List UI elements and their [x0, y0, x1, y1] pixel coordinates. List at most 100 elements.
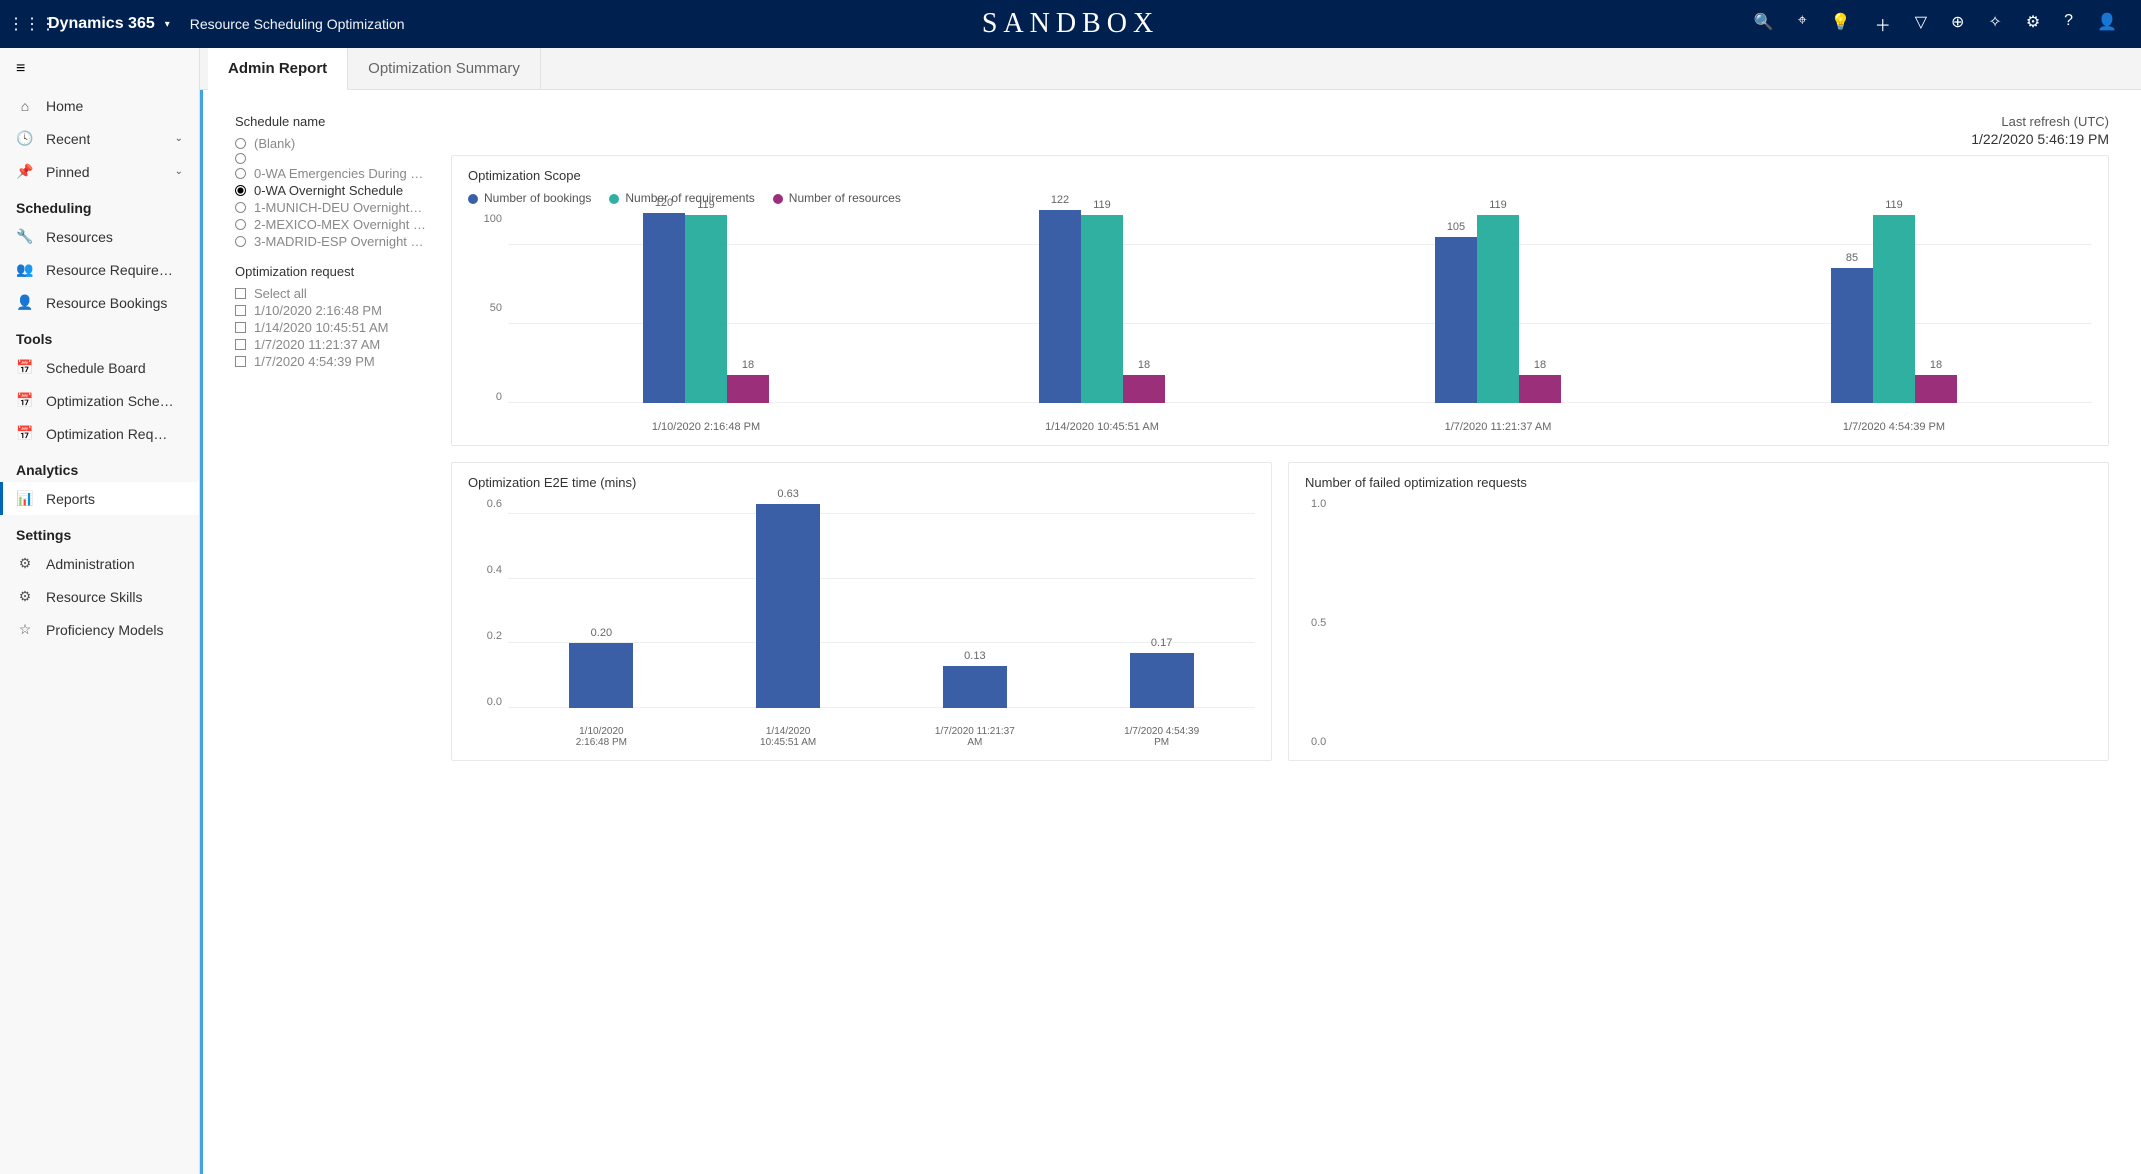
filter-schedule-option[interactable]: 0-WA Emergencies During …	[235, 165, 435, 182]
sidebar-item-optimization-sche-[interactable]: 📅Optimization Sche…	[0, 384, 199, 417]
report-tabs: Admin ReportOptimization Summary	[200, 48, 2141, 90]
bar[interactable]: 0.17	[1130, 653, 1194, 708]
legend-bookings[interactable]: Number of bookings	[468, 191, 591, 205]
radio-icon	[235, 236, 246, 247]
bar[interactable]: 105	[1435, 237, 1477, 403]
sidebar-item-optimization-req-[interactable]: 📅Optimization Req…	[0, 417, 199, 450]
filter-option-label: (Blank)	[254, 136, 295, 151]
bar[interactable]: 18	[1915, 375, 1957, 404]
filter-panel: Schedule name (Blank) 0-WA Emergencies Du…	[235, 114, 435, 777]
filter-request-option[interactable]: 1/7/2020 4:54:39 PM	[235, 353, 435, 370]
sidebar-item-resources[interactable]: 🔧 Resources	[0, 220, 199, 253]
plus-icon[interactable]: ＋	[1875, 12, 1891, 36]
radio-icon	[235, 185, 246, 196]
legend-resources[interactable]: Number of resources	[773, 191, 901, 205]
sidebar-icon: ☆	[16, 621, 34, 638]
sidebar-item-label: Resource Bookings	[46, 295, 167, 311]
x-tick: 1/10/2020 2:16:48 PM	[631, 421, 781, 433]
bar[interactable]: 122	[1039, 210, 1081, 403]
sidebar-item-resource-require-[interactable]: 👥Resource Require…	[0, 253, 199, 286]
filter-schedule-option[interactable]: 2-MEXICO-MEX Overnight …	[235, 216, 435, 233]
content-area: Admin ReportOptimization Summary Schedul…	[200, 48, 2141, 1174]
bar[interactable]: 0.20	[569, 643, 633, 708]
search-icon[interactable]: 🔍	[1754, 12, 1774, 36]
chart-failed-title: Number of failed optimization requests	[1305, 475, 2092, 490]
sidebar-group-settings: Settings	[0, 515, 199, 547]
user-icon[interactable]: 👤	[2097, 12, 2117, 36]
filter-option-label: 3-MADRID-ESP Overnight …	[254, 234, 424, 249]
bulb-icon[interactable]: 💡	[1831, 12, 1851, 36]
filter-option-label: 2-MEXICO-MEX Overnight …	[254, 217, 426, 232]
sidebar-item-label: Optimization Sche…	[46, 393, 174, 409]
sidebar-item-label: Optimization Req…	[46, 426, 167, 442]
sidebar-item-administration[interactable]: ⚙Administration	[0, 547, 199, 580]
bar[interactable]: 119	[1873, 215, 1915, 403]
sidebar-item-home[interactable]: ⌂Home	[0, 90, 199, 122]
chart-scope-card: Optimization Scope Number of bookings Nu…	[451, 155, 2109, 446]
filter-request-title: Optimization request	[235, 264, 435, 279]
bar[interactable]: 119	[685, 215, 727, 403]
app-launcher-icon[interactable]: ⋮⋮⋮	[8, 14, 40, 34]
filter-option-label: 1/7/2020 4:54:39 PM	[254, 354, 375, 369]
bar[interactable]: 119	[1477, 215, 1519, 403]
sidebar-toggle-icon[interactable]: ≡	[0, 48, 199, 90]
sidebar-item-label: Resources	[46, 229, 113, 245]
sidebar-item-label: Reports	[46, 491, 95, 507]
sidebar-item-recent[interactable]: 🕓Recent⌄	[0, 122, 199, 155]
filter-request-option[interactable]: 1/10/2020 2:16:48 PM	[235, 302, 435, 319]
sidebar-item-label: Resource Skills	[46, 589, 142, 605]
x-tick: 1/10/2020 2:16:48 PM	[561, 726, 641, 748]
task-icon[interactable]: ⌖	[1798, 12, 1807, 36]
filter-icon[interactable]: ▽	[1915, 12, 1927, 36]
sidebar-item-resource-bookings[interactable]: 👤 Resource Bookings	[0, 286, 199, 319]
bar-group: 12211918	[1039, 213, 1165, 403]
bar-group: 8511918	[1831, 213, 1957, 403]
bar[interactable]: 18	[727, 375, 769, 404]
gear-icon[interactable]: ⚙	[2026, 12, 2040, 36]
sidebar-item-proficiency-models[interactable]: ☆ Proficiency Models	[0, 613, 199, 646]
bar[interactable]: 85	[1831, 268, 1873, 403]
filter-request-option[interactable]: 1/7/2020 11:21:37 AM	[235, 336, 435, 353]
chevron-down-icon[interactable]: ▾	[165, 19, 170, 30]
last-refresh-timestamp: 1/22/2020 5:46:19 PM	[1971, 131, 2109, 147]
add-circle-icon[interactable]: ⊕	[1951, 12, 1964, 36]
chart-failed-card: Number of failed optimization requests 1…	[1288, 462, 2109, 761]
chart-e2e-title: Optimization E2E time (mins)	[468, 475, 1255, 490]
sidebar-item-pinned[interactable]: 📌Pinned⌄	[0, 155, 199, 188]
filter-request-option[interactable]: Select all	[235, 285, 435, 302]
chart-scope-title: Optimization Scope	[468, 168, 2092, 183]
sidebar-icon: 👤	[16, 294, 34, 311]
sidebar-item-schedule-board[interactable]: 📅Schedule Board	[0, 351, 199, 384]
checkbox-icon	[235, 356, 246, 367]
bar[interactable]: 18	[1519, 375, 1561, 404]
filter-option-label: 1/14/2020 10:45:51 AM	[254, 320, 388, 335]
filter-schedule-option[interactable]: 3-MADRID-ESP Overnight …	[235, 233, 435, 250]
puzzle-icon[interactable]: ✧	[1988, 12, 2001, 36]
help-icon[interactable]: ?	[2064, 12, 2073, 36]
filter-schedule-option[interactable]	[235, 152, 435, 165]
filter-schedule-title: Schedule name	[235, 114, 435, 129]
bar[interactable]: 18	[1123, 375, 1165, 404]
filter-schedule-option[interactable]: (Blank)	[235, 135, 435, 152]
checkbox-icon	[235, 288, 246, 299]
bar[interactable]: 120	[643, 213, 685, 403]
x-tick: 1/14/2020 10:45:51 AM	[748, 726, 828, 748]
sidebar-item-resource-skills[interactable]: ⚙Resource Skills	[0, 580, 199, 613]
app-subtitle: Resource Scheduling Optimization	[190, 16, 405, 32]
filter-schedule-option[interactable]: 1-MUNICH-DEU Overnight…	[235, 199, 435, 216]
bar[interactable]: 0.13	[943, 666, 1007, 708]
sidebar-item-label: Home	[46, 98, 83, 114]
tab-admin-report[interactable]: Admin Report	[208, 48, 348, 90]
bar-group: 10511918	[1435, 213, 1561, 403]
filter-request-option[interactable]: 1/14/2020 10:45:51 AM	[235, 319, 435, 336]
tab-optimization-summary[interactable]: Optimization Summary	[348, 48, 541, 89]
radio-icon	[235, 168, 246, 179]
bar[interactable]: 0.63	[756, 504, 820, 708]
brand-label[interactable]: Dynamics 365	[48, 15, 155, 33]
filter-schedule-option[interactable]: 0-WA Overnight Schedule	[235, 182, 435, 199]
checkbox-icon	[235, 339, 246, 350]
bar[interactable]: 119	[1081, 215, 1123, 403]
sidebar-item-label: Proficiency Models	[46, 622, 164, 638]
sidebar-icon: 🔧	[16, 228, 34, 245]
sidebar-item-reports[interactable]: 📊Reports	[0, 482, 199, 515]
